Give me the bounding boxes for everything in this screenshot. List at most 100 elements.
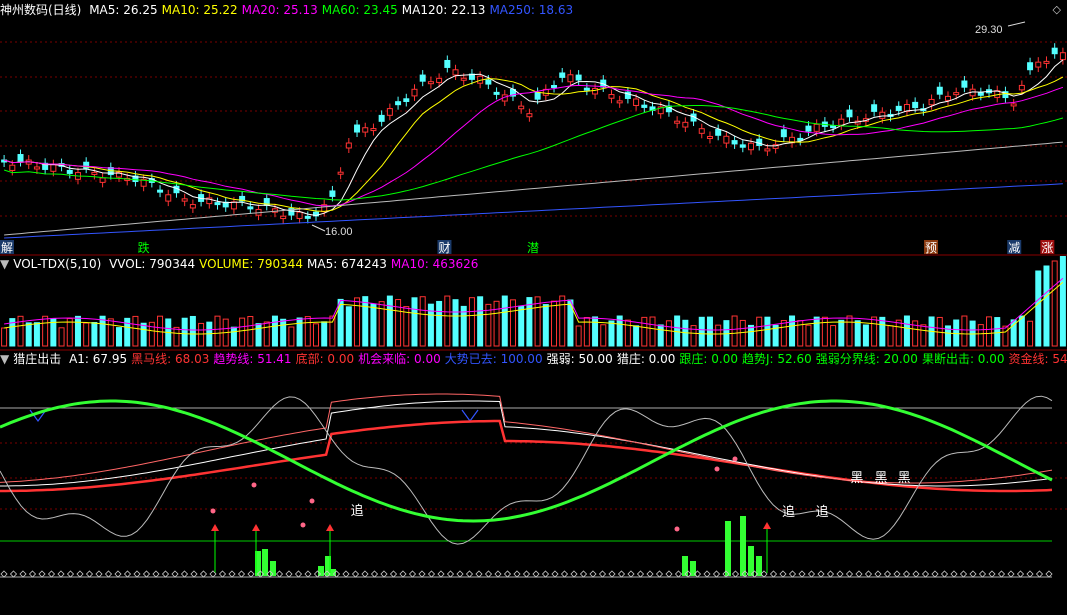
candle-body <box>780 129 787 138</box>
candle-body <box>739 144 746 148</box>
volume-bar <box>148 321 155 347</box>
candle-body <box>616 100 623 104</box>
diamond-marker <box>912 570 920 578</box>
candle-body <box>247 206 254 210</box>
signal-bar <box>740 516 746 576</box>
signal-bar <box>725 521 731 576</box>
candle-body <box>936 86 943 95</box>
signal-dot <box>732 456 738 462</box>
candle-body <box>403 98 410 102</box>
diamond-marker <box>275 570 284 578</box>
candle-body <box>583 87 590 91</box>
diamond-marker <box>988 570 996 578</box>
signal-dot <box>309 498 315 504</box>
volume-bar <box>107 318 114 347</box>
volume-bar <box>263 321 270 347</box>
diamond-marker <box>66 570 75 578</box>
diamond-marker <box>484 570 493 578</box>
volume-bar <box>42 315 49 347</box>
diamond-marker <box>570 570 578 578</box>
candle-body <box>362 127 369 133</box>
diamond-marker <box>712 570 721 578</box>
diamond-marker <box>931 570 939 578</box>
diamond-marker <box>28 570 37 578</box>
candle-body <box>304 215 311 219</box>
diamond-marker <box>408 570 417 578</box>
candle-body <box>50 164 57 172</box>
signal-dot <box>251 482 257 488</box>
up-arrow <box>211 524 219 531</box>
volume-bar <box>830 325 837 347</box>
volume-bar <box>58 327 65 347</box>
diamond-marker <box>940 570 949 578</box>
candle-body <box>17 154 24 162</box>
candle-body <box>1043 60 1050 64</box>
volume-bar <box>345 306 352 347</box>
event-marker: 潜 <box>527 241 539 255</box>
diamond-marker <box>646 570 654 578</box>
price-chart[interactable]: 29.30 16.00 解 跌 财 潜 预 减 涨 <box>0 0 1067 256</box>
candle-body <box>157 189 164 193</box>
volume-chart[interactable] <box>0 256 1067 351</box>
diamond-marker <box>959 570 968 578</box>
diamond-marker <box>9 570 18 578</box>
candle-body <box>633 98 640 106</box>
volume-bar <box>551 300 558 347</box>
volume-bar <box>1059 256 1066 347</box>
diamond-marker <box>57 570 65 578</box>
diamond-marker <box>180 570 189 578</box>
candle-body <box>354 124 361 133</box>
volume-bar <box>501 295 508 347</box>
diamond-marker <box>304 570 312 578</box>
diamond-marker <box>731 570 740 578</box>
volume-bar <box>559 295 566 347</box>
candle-body <box>879 111 886 119</box>
volume-bar <box>214 315 221 347</box>
volume-bar <box>641 316 648 347</box>
volume-bar <box>1018 315 1025 347</box>
diamond-marker <box>114 570 122 578</box>
volume-bar <box>181 317 188 347</box>
heima-line <box>0 419 1053 493</box>
candle-body <box>895 105 902 111</box>
diamond-marker <box>636 570 645 578</box>
diamond-marker <box>76 570 84 578</box>
candle-body <box>846 109 853 118</box>
candle-body <box>181 198 188 202</box>
diamond-marker <box>532 570 540 578</box>
diamond-marker <box>237 570 246 578</box>
diamond-marker <box>342 570 350 578</box>
signal-bar <box>262 549 268 576</box>
diamond-marker <box>437 570 445 578</box>
volume-bar <box>1051 260 1058 347</box>
volume-bar <box>608 320 615 347</box>
diamond-marker <box>1026 570 1034 578</box>
volume-bar <box>74 315 81 347</box>
candle-body <box>641 104 648 108</box>
diamond-marker <box>503 570 512 578</box>
indicator-chart[interactable]: 追追追黑黑黑 <box>0 351 1067 615</box>
volume-bar <box>600 324 607 347</box>
volume-bar <box>1 327 8 347</box>
volume-bar <box>518 305 525 347</box>
volume-bar <box>731 315 738 347</box>
volume-bar <box>764 316 771 347</box>
volume-bar <box>25 322 32 347</box>
trend-line <box>0 393 1053 484</box>
volume-bar <box>977 324 984 347</box>
diamond-marker <box>902 570 911 578</box>
candle-body <box>214 202 221 206</box>
candle-body <box>559 72 566 78</box>
high-price-label: 29.30 <box>975 24 1003 36</box>
diamond-marker <box>522 570 531 578</box>
candle-body <box>91 171 98 175</box>
candle-body <box>395 101 402 106</box>
diamond-marker <box>228 570 236 578</box>
volume-bar <box>657 324 664 347</box>
volume-bar <box>452 299 459 347</box>
candle-body <box>813 123 820 132</box>
volume-bar <box>140 322 147 347</box>
diamond-marker <box>199 570 208 578</box>
diamond-marker <box>589 570 597 578</box>
diamond-marker <box>171 570 179 578</box>
